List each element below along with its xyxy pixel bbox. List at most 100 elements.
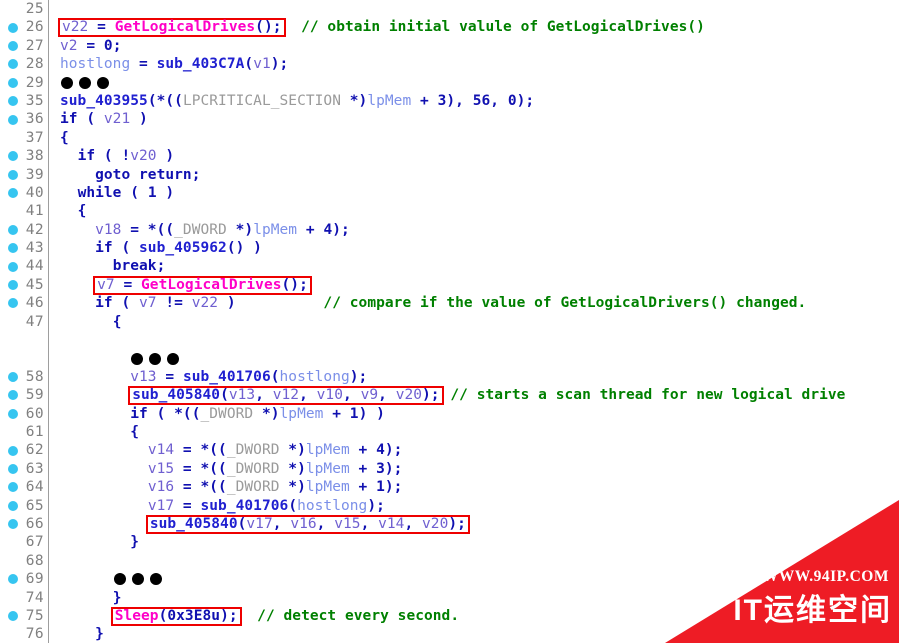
code-line[interactable]: 35 sub_403955 (*((LPCRITICAL_SECTION *) lpM… (0, 91, 899, 111)
breakpoint-marker-icon[interactable] (8, 96, 18, 107)
line-gutter[interactable]: 25 (0, 0, 49, 19)
code-line-text[interactable]: if ( *((_DWORD *) lpMem + 1) ) (49, 405, 385, 423)
code-line[interactable]: 27 v2 = 0; (0, 36, 899, 56)
line-gutter[interactable]: 36 (0, 110, 49, 129)
breakpoint-marker-icon[interactable] (8, 40, 18, 51)
code-line[interactable]: 68 (0, 551, 899, 571)
collapsed-lines-ellipsis-icon[interactable] (131, 352, 180, 365)
line-gutter[interactable]: 76 (0, 625, 49, 643)
line-gutter[interactable]: 37 (0, 128, 49, 148)
breakpoint-marker-icon[interactable] (8, 574, 18, 585)
code-line-text[interactable]: if ( v21 ) (49, 110, 148, 128)
line-gutter[interactable]: 60 (0, 404, 49, 423)
code-line[interactable]: 38 if ( ! v20 ) (0, 147, 899, 166)
code-line-text[interactable]: } (49, 625, 104, 643)
code-line[interactable]: 66 sub_405840(v17, v16, v15, v14, v20); (0, 514, 899, 534)
code-line[interactable]: 58 v13 = sub_401706(hostlong); (0, 367, 899, 387)
line-gutter[interactable]: 35 (0, 91, 49, 111)
code-line-text[interactable]: v17 = sub_401706(hostlong); (49, 497, 385, 515)
breakpoint-marker-icon[interactable] (8, 408, 18, 419)
line-gutter[interactable]: 27 (0, 36, 49, 56)
line-gutter[interactable]: 65 (0, 496, 49, 515)
line-gutter[interactable] (0, 331, 49, 350)
breakpoint-marker-icon[interactable] (8, 390, 18, 401)
line-gutter[interactable]: 68 (0, 551, 49, 571)
code-line-text[interactable]: v13 = sub_401706(hostlong); (49, 368, 367, 386)
breakpoint-marker-icon[interactable] (8, 59, 18, 70)
code-line-text[interactable]: v18 = *((_DWORD *) lpMem + 4); (49, 221, 350, 239)
code-line-text[interactable]: v22 = GetLogicalDrives(); // obtain init… (49, 18, 705, 38)
code-line[interactable]: 76 } (0, 625, 899, 643)
code-line-text[interactable]: sub_405840(v17, v16, v15, v14, v20); (49, 514, 470, 534)
code-line[interactable] (0, 331, 899, 350)
breakpoint-marker-icon[interactable] (8, 519, 18, 530)
line-gutter[interactable]: 43 (0, 239, 49, 258)
code-line[interactable]: 75 Sleep(0x3E8u); // detect every second… (0, 606, 899, 626)
code-line-text[interactable]: { (49, 423, 139, 441)
line-gutter[interactable]: 29 (0, 73, 49, 92)
breakpoint-marker-icon[interactable] (8, 188, 18, 199)
code-line[interactable]: 45 v7 = GetLogicalDrives(); (0, 275, 899, 295)
code-line[interactable]: 64 v16 = *((_DWORD *) lpMem + 1); (0, 478, 899, 497)
line-gutter[interactable]: 74 (0, 588, 49, 607)
code-listing[interactable]: 25 26 v22 = GetLogicalDrives(); // obtain … (0, 0, 899, 643)
line-gutter[interactable]: 62 (0, 441, 49, 460)
code-line[interactable]: 74 } (0, 588, 899, 607)
line-gutter[interactable]: 47 (0, 312, 49, 332)
code-line[interactable]: 59 sub_405840(v13, v12, v10, v9, v20); /… (0, 385, 899, 405)
breakpoint-marker-icon[interactable] (8, 280, 18, 291)
code-line[interactable]: 41 { (0, 202, 899, 221)
breakpoint-marker-icon[interactable] (8, 224, 18, 235)
code-line[interactable]: 29 (0, 73, 899, 92)
breakpoint-marker-icon[interactable] (8, 500, 18, 511)
code-line[interactable]: 25 (0, 0, 899, 19)
code-line-text[interactable]: { (49, 129, 69, 147)
code-line[interactable]: 67 } (0, 533, 899, 552)
code-line[interactable] (0, 349, 899, 368)
line-gutter[interactable]: 69 (0, 570, 49, 589)
code-line-text[interactable] (49, 74, 109, 92)
code-line-text[interactable]: sub_405840(v13, v12, v10, v9, v20); // s… (49, 385, 845, 405)
code-line-text[interactable]: v16 = *((_DWORD *) lpMem + 1); (49, 478, 403, 496)
code-line-text[interactable]: if ( ! v20 ) (49, 147, 175, 165)
code-line-text[interactable]: { (49, 202, 87, 220)
code-line-text[interactable]: } (49, 589, 122, 607)
breakpoint-marker-icon[interactable] (8, 372, 18, 382)
line-gutter[interactable]: 61 (0, 422, 49, 442)
breakpoint-marker-icon[interactable] (8, 243, 18, 254)
line-gutter[interactable]: 40 (0, 183, 49, 203)
code-line-text[interactable]: v15 = *((_DWORD *) lpMem + 3); (49, 460, 403, 478)
code-line-text[interactable]: Sleep(0x3E8u); // detect every second. (49, 606, 459, 626)
line-gutter[interactable]: 26 (0, 18, 49, 37)
breakpoint-marker-icon[interactable] (8, 77, 18, 88)
code-line-text[interactable] (49, 331, 60, 349)
code-line[interactable]: 65 v17 = sub_401706(hostlong); (0, 496, 899, 515)
line-gutter[interactable]: 75 (0, 606, 49, 626)
breakpoint-marker-icon[interactable] (8, 298, 18, 309)
code-line-text[interactable]: hostlong = sub_403C7A(v1); (49, 55, 288, 73)
code-line[interactable]: 63 v15 = *((_DWORD *) lpMem + 3); (0, 459, 899, 479)
code-line[interactable]: 36 if ( v21 ) (0, 110, 899, 129)
breakpoint-marker-icon[interactable] (8, 611, 18, 622)
breakpoint-marker-icon[interactable] (8, 22, 18, 33)
line-gutter[interactable] (0, 349, 49, 368)
line-gutter[interactable]: 63 (0, 459, 49, 479)
code-line-text[interactable]: if ( v7 != v22 ) // compare if the value… (49, 294, 806, 312)
breakpoint-marker-icon[interactable] (8, 261, 18, 272)
code-line-text[interactable]: while ( 1 ) (49, 184, 175, 202)
breakpoint-marker-icon[interactable] (8, 463, 18, 474)
code-line[interactable]: 69 (0, 570, 899, 589)
code-line[interactable]: 43 if ( sub_405962() ) (0, 239, 899, 258)
code-line-text[interactable]: v2 = 0; (49, 37, 121, 55)
code-line-text[interactable]: { (49, 313, 122, 331)
code-line[interactable]: 40 while ( 1 ) (0, 183, 899, 203)
line-gutter[interactable]: 59 (0, 386, 49, 405)
code-line-text[interactable] (49, 0, 60, 18)
line-gutter[interactable]: 28 (0, 55, 49, 74)
code-line-text[interactable]: } (49, 533, 139, 551)
line-gutter[interactable]: 66 (0, 514, 49, 534)
code-line-text[interactable] (49, 349, 180, 367)
breakpoint-marker-icon[interactable] (8, 114, 18, 125)
code-line[interactable]: 26 v22 = GetLogicalDrives(); // obtain in… (0, 18, 899, 38)
line-gutter[interactable]: 67 (0, 533, 49, 552)
